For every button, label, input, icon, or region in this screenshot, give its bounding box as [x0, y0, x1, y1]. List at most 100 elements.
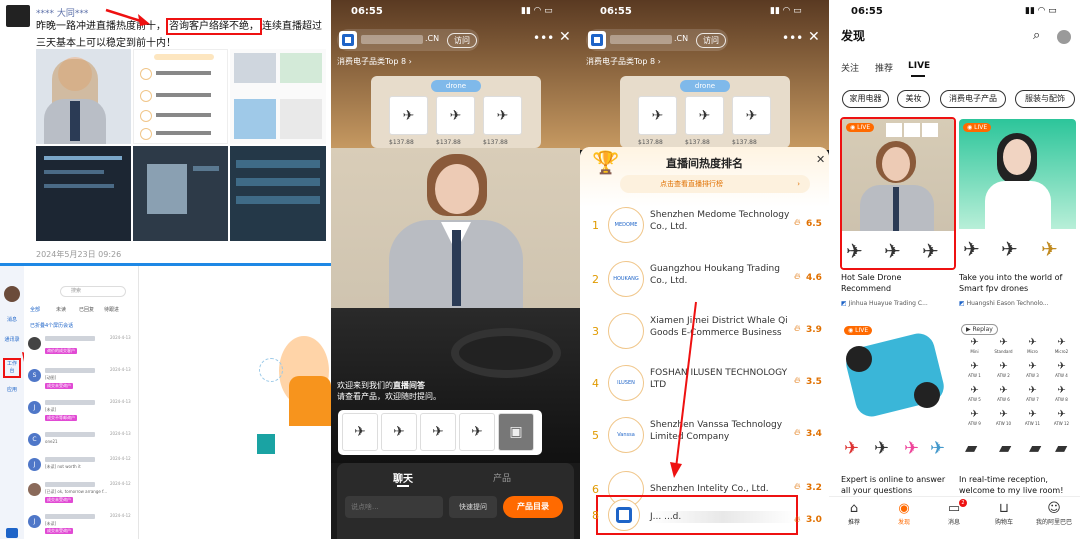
user-avatar[interactable] [4, 286, 20, 302]
tab-products[interactable]: 产品 [493, 471, 511, 484]
nav-cart[interactable]: ⊔ 购物车 [979, 501, 1029, 526]
more-icon[interactable]: ••• [782, 31, 803, 45]
more-icon[interactable]: ••• [533, 31, 554, 45]
live-card-4[interactable]: ▶ Replay ✈ Mini ✈ Standard ✈ Micro ✈ Micro2 ✈ ATW… [959, 320, 1076, 470]
nav-home[interactable]: ⌂ 推荐 [829, 501, 879, 526]
tab-follow-up[interactable]: 待跟进 [104, 306, 119, 313]
post-photo-discover[interactable] [230, 49, 326, 144]
category-electronics[interactable]: 消费电子产品 [940, 90, 1006, 108]
bottom-panel: 聊天 产品 说点啥... 快速提问 产品目录 [337, 463, 574, 539]
tab-follow[interactable]: 关注 [841, 61, 859, 74]
category-appliances[interactable]: 家用电器 [842, 90, 889, 108]
product-thumb[interactable]: ✈ [420, 413, 456, 451]
tab-live[interactable]: LIVE [908, 61, 930, 71]
rank-row[interactable]: 1 MEDOME Shenzhen Medome Technology Co.,… [580, 201, 829, 253]
shelf-product-3[interactable]: ✈ [483, 96, 522, 135]
live-card-1[interactable]: ◉ LIVE ✈ ✈ ✈ [840, 117, 956, 270]
spec-cell: ✈ Standard [990, 336, 1017, 358]
rail-workbench[interactable]: 工作台 [3, 358, 21, 378]
author-avatar[interactable] [6, 5, 30, 27]
nav-my-alibaba[interactable]: ☺ 我的阿里巴巴 [1029, 501, 1079, 526]
shelf-product-2[interactable]: ✈ [436, 96, 475, 135]
view-leaderboard-link[interactable]: 点击查看直播排行榜 › [620, 175, 810, 193]
shelf-product-2[interactable]: ✈ [685, 96, 724, 135]
rank-number: 5 [592, 429, 599, 442]
product-thumb[interactable]: ✈ [381, 413, 417, 451]
avatar[interactable] [1057, 30, 1071, 44]
list-item[interactable]: 2024-4-13 询价的成交客户 [26, 334, 138, 361]
product-thumb[interactable]: ✈ [342, 413, 378, 451]
visit-button[interactable]: 访问 [447, 33, 477, 48]
product-thumb[interactable]: ✈ [459, 413, 495, 451]
list-item[interactable]: J 2024-4-13 [未读] 成交不等邮询户 [26, 398, 138, 425]
status-icons: ▮▮ ◠ ▭ [770, 6, 802, 16]
live-card-2[interactable]: ◉ LIVE ✈ ✈ ✈ [959, 119, 1076, 270]
post-photo-screen-2[interactable] [133, 146, 228, 241]
post-photo-host[interactable] [36, 49, 131, 144]
product-shelf: drone ✈ ✈ ✈ $137.88 $137.88 $137.88 [371, 76, 541, 148]
own-shop-row[interactable]: 8 J... ...d. [592, 495, 798, 535]
spec-label: ATW 7 [1026, 397, 1039, 402]
shelf-product-1[interactable]: ✈ [638, 96, 677, 135]
category-rank[interactable]: 消费电子品类Top 8 › [337, 56, 412, 67]
help-icon[interactable] [6, 528, 18, 538]
chat-input[interactable]: 说点啥... [345, 496, 443, 518]
product-catalog-button[interactable]: 产品目录 [503, 496, 563, 518]
card-title[interactable]: Hot Sale Drone Recommend [841, 272, 953, 294]
tab-recommend[interactable]: 推荐 [875, 61, 893, 74]
avatar: C [28, 433, 41, 446]
tab-chat[interactable]: 聊天 [393, 470, 413, 485]
close-icon[interactable]: ✕ [559, 29, 571, 45]
tab-all[interactable]: 全部 [30, 306, 40, 313]
message-count-badge: 2 [959, 499, 967, 507]
shelf-product-3[interactable]: ✈ [732, 96, 771, 135]
list-item[interactable]: C 2024-4-13 one21 [26, 430, 138, 457]
card-title[interactable]: In real-time reception, welcome to my li… [959, 474, 1076, 496]
category-apparel[interactable]: 服装与配饰 [1015, 90, 1075, 108]
list-item[interactable]: J 2024-4-12 [未读] 成交未受询户 [26, 512, 138, 539]
close-icon[interactable]: ✕ [816, 153, 825, 166]
rank-row[interactable]: 5 Vanssa Shenzhen Vanssa Technology Limi… [580, 411, 829, 463]
card-title[interactable]: Take you into the world of Smart fpv dro… [959, 272, 1076, 294]
rail-contacts[interactable]: 通讯录 [3, 336, 21, 343]
folded-sessions[interactable]: 已折叠4个屏历会话 [30, 322, 73, 329]
rank-row[interactable]: 4 ILUSEN FOSHAN ILUSEN TECHNOLOGY LTD 🔥︎… [580, 359, 829, 411]
product-icon: ▰ [999, 438, 1012, 457]
rail-apps[interactable]: 应用 [3, 386, 21, 393]
shop-logo: Vanssa [608, 417, 644, 453]
heat-score: 6.5 [806, 219, 822, 229]
tab-unread[interactable]: 未读 [56, 306, 66, 313]
search-input[interactable]: 搜索 [60, 286, 126, 297]
part-icon: ✈ [1028, 385, 1037, 396]
rank-row[interactable]: 2 HOUKANG Guangzhou Houkang Trading Co.,… [580, 255, 829, 307]
close-icon[interactable]: ✕ [808, 29, 820, 45]
post-photo-screen-3[interactable] [230, 146, 326, 241]
nav-messages[interactable]: ▭ 消息 2 [929, 499, 979, 526]
shelf-product-1[interactable]: ✈ [389, 96, 428, 135]
tab-replied[interactable]: 已回复 [79, 306, 94, 313]
spec-cell: ✈ Micro2 [1048, 336, 1075, 358]
quick-question-button[interactable]: 快速提问 [449, 496, 497, 518]
card-title[interactable]: Expert is online to answer all your ques… [841, 474, 953, 496]
rank-row[interactable]: 3 Xiamen Jimei District Whale Qi Goods E… [580, 307, 829, 359]
part-icon: ✈ [970, 385, 979, 396]
visit-button[interactable]: 访问 [696, 33, 726, 48]
rank-number: 3 [592, 325, 599, 338]
card-shop[interactable]: ◩ Jinhua Huayue Trading C... [841, 300, 928, 307]
list-item[interactable]: S 2024-4-13 [动图] 成交未受询户 [26, 366, 138, 393]
list-item[interactable]: 2024-4-12 [已读] ok, tomorrow arrange f...… [26, 480, 138, 507]
post-photo-screen-1[interactable] [36, 146, 131, 241]
nav-discover[interactable]: ◉ 发现 [879, 501, 929, 526]
live-video[interactable] [331, 148, 580, 308]
search-icon[interactable]: ⌕ [1033, 28, 1040, 43]
price-1: $137.88 [638, 139, 663, 146]
product-thumb[interactable]: ▣ [498, 413, 534, 451]
post-photo-rank-list[interactable] [133, 49, 228, 144]
live-card-3[interactable]: ◉ LIVE ✈ ✈ ✈ ✈ [840, 322, 952, 470]
card-shop[interactable]: ◩ Huangshi Eason Technolo... [959, 300, 1049, 307]
category-beauty[interactable]: 美妆 [897, 90, 930, 108]
red-arrow-icon-3 [670, 301, 697, 478]
list-item[interactable]: J 2024-4-12 [未读] not worth it [26, 455, 138, 482]
rail-messages[interactable]: 消息 [3, 316, 21, 323]
category-rank[interactable]: 消费电子品类Top 8 › [586, 56, 661, 67]
